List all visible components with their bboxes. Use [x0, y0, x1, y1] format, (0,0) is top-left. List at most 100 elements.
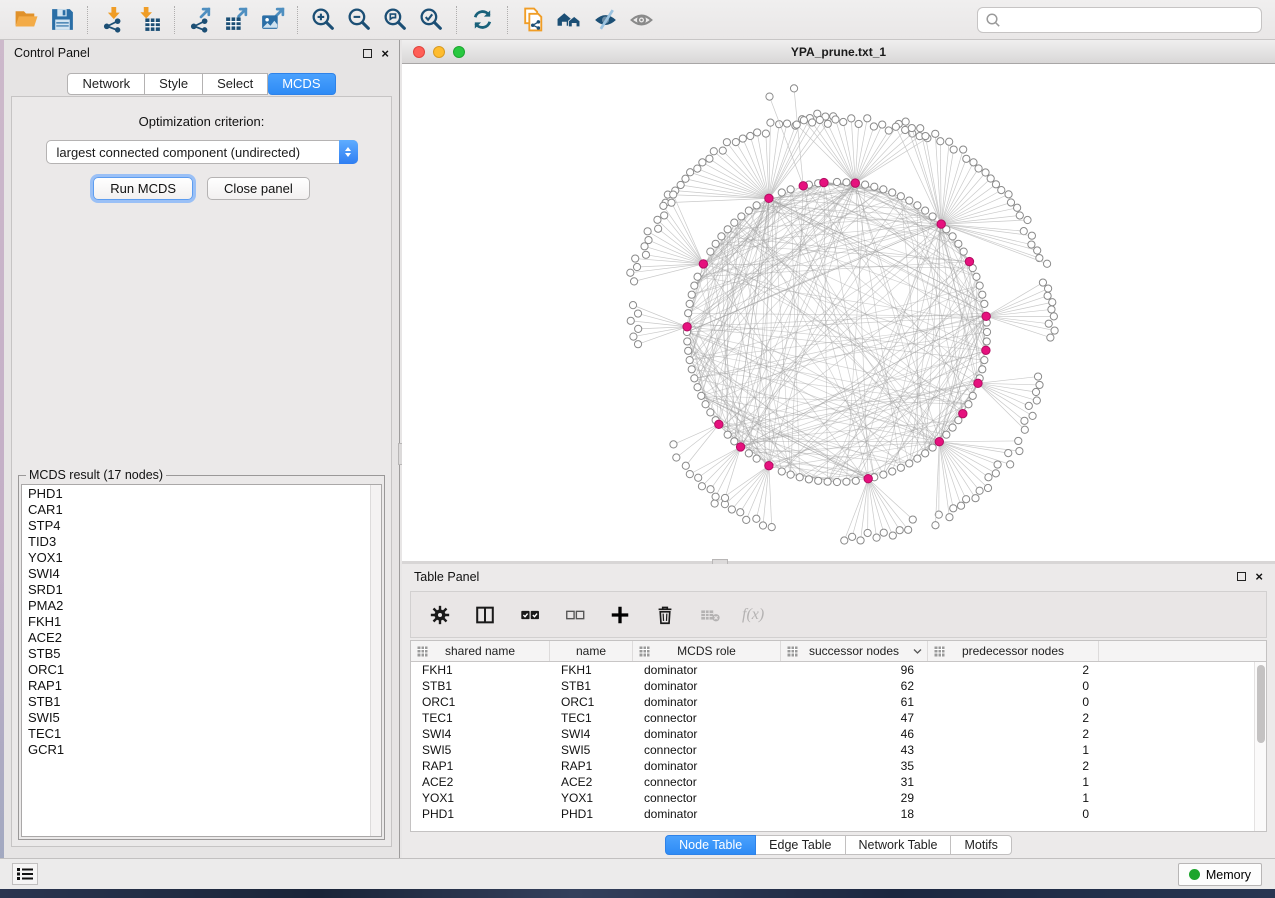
delete-column-button[interactable]: [652, 602, 678, 628]
network-canvas[interactable]: [402, 64, 1275, 560]
result-item[interactable]: TID3: [28, 534, 381, 550]
result-item[interactable]: SWI5: [28, 710, 381, 726]
tab-network-table[interactable]: Network Table: [846, 835, 952, 855]
table-row[interactable]: TEC1TEC1connector472: [411, 710, 1254, 726]
table-row[interactable]: YOX1YOX1connector291: [411, 790, 1254, 806]
toolbar-separator: [297, 6, 298, 34]
tab-motifs[interactable]: Motifs: [951, 835, 1011, 855]
table-row[interactable]: FKH1FKH1dominator962: [411, 662, 1254, 678]
close-window-icon[interactable]: [413, 46, 425, 58]
search-box[interactable]: [977, 7, 1262, 33]
zoom-out-button[interactable]: [341, 3, 377, 37]
result-item[interactable]: SRD1: [28, 582, 381, 598]
zoom-fit-button[interactable]: [377, 3, 413, 37]
result-item[interactable]: STB1: [28, 694, 381, 710]
table-cell: 47: [781, 710, 928, 726]
result-item[interactable]: PHD1: [28, 486, 381, 502]
tab-network[interactable]: Network: [67, 73, 145, 95]
result-item[interactable]: PMA2: [28, 598, 381, 614]
zoom-in-button[interactable]: [305, 3, 341, 37]
mcds-result-title: MCDS result (17 nodes): [26, 468, 166, 482]
table-scrollbar-thumb[interactable]: [1257, 665, 1265, 743]
network-window-title: YPA_prune.txt_1: [791, 45, 886, 59]
export-table-button[interactable]: [218, 3, 254, 37]
result-item[interactable]: ACE2: [28, 630, 381, 646]
table-row[interactable]: PHD1PHD1dominator180: [411, 806, 1254, 822]
memory-button[interactable]: Memory: [1178, 863, 1262, 886]
float-table-panel-icon[interactable]: [1237, 572, 1246, 581]
table-cell: SWI4: [550, 726, 633, 742]
network-view-panel: YPA_prune.txt_1: [402, 40, 1275, 561]
toolbar-separator: [87, 6, 88, 34]
result-item[interactable]: STB5: [28, 646, 381, 662]
show-columns-button[interactable]: [472, 602, 498, 628]
table-settings-button[interactable]: [427, 602, 453, 628]
add-column-button[interactable]: [607, 602, 633, 628]
table-row[interactable]: SWI5SWI5connector431: [411, 742, 1254, 758]
maximize-window-icon[interactable]: [453, 46, 465, 58]
table-cell: 31: [781, 774, 928, 790]
column-header-successor-nodes[interactable]: successor nodes: [781, 641, 928, 661]
column-header-shared-name[interactable]: shared name: [411, 641, 550, 661]
show-all-button[interactable]: [623, 3, 659, 37]
table-panel: Table Panel × f(x) shared namenameMCDS r…: [402, 564, 1275, 858]
column-header-name[interactable]: name: [550, 641, 633, 661]
tab-node-table[interactable]: Node Table: [665, 835, 756, 855]
export-network-button[interactable]: [182, 3, 218, 37]
table-row[interactable]: STB1STB1dominator620: [411, 678, 1254, 694]
result-item[interactable]: TEC1: [28, 726, 381, 742]
table-cell: 1: [928, 774, 1099, 790]
float-panel-icon[interactable]: [363, 49, 372, 58]
delete-table-button-disabled[interactable]: [697, 602, 723, 628]
select-all-button[interactable]: [517, 602, 543, 628]
column-header-predecessor-nodes[interactable]: predecessor nodes: [928, 641, 1099, 661]
tab-mcds[interactable]: MCDS: [268, 73, 335, 95]
network-window-titlebar[interactable]: YPA_prune.txt_1: [402, 40, 1275, 64]
tab-style[interactable]: Style: [145, 73, 203, 95]
export-network-icon: [187, 6, 214, 33]
table-row[interactable]: SWI4SWI4dominator462: [411, 726, 1254, 742]
first-neighbors-button[interactable]: [551, 3, 587, 37]
result-item[interactable]: CAR1: [28, 502, 381, 518]
table-cell: 46: [781, 726, 928, 742]
table-scrollbar[interactable]: [1254, 662, 1266, 831]
eye-icon: [628, 6, 655, 33]
eye-slash-icon: [592, 6, 619, 33]
column-header-MCDS-role[interactable]: MCDS role: [633, 641, 781, 661]
result-item[interactable]: RAP1: [28, 678, 381, 694]
duplicate-network-button[interactable]: [515, 3, 551, 37]
import-table-button[interactable]: [131, 3, 167, 37]
result-item[interactable]: ORC1: [28, 662, 381, 678]
status-bar: Memory: [0, 858, 1275, 889]
open-file-button[interactable]: [8, 3, 44, 37]
mcds-tab-content: Optimization criterion: largest connecte…: [11, 96, 392, 847]
save-session-button[interactable]: [44, 3, 80, 37]
result-item[interactable]: SWI4: [28, 566, 381, 582]
export-image-button[interactable]: [254, 3, 290, 37]
import-network-button[interactable]: [95, 3, 131, 37]
zoom-selected-button[interactable]: [413, 3, 449, 37]
unselect-all-button[interactable]: [562, 602, 588, 628]
criterion-dropdown[interactable]: largest connected component (undirected): [46, 140, 358, 164]
close-panel-icon[interactable]: ×: [381, 49, 389, 58]
minimize-window-icon[interactable]: [433, 46, 445, 58]
hide-selected-button[interactable]: [587, 3, 623, 37]
close-table-panel-icon[interactable]: ×: [1255, 572, 1263, 581]
tab-select[interactable]: Select: [203, 73, 268, 95]
result-scrollbar[interactable]: [370, 485, 381, 836]
task-history-button[interactable]: [12, 863, 38, 885]
run-mcds-button[interactable]: Run MCDS: [93, 177, 193, 200]
result-item[interactable]: FKH1: [28, 614, 381, 630]
result-item[interactable]: YOX1: [28, 550, 381, 566]
refresh-button[interactable]: [464, 3, 500, 37]
result-item[interactable]: GCR1: [28, 742, 381, 758]
table-cell: dominator: [633, 806, 781, 822]
table-row[interactable]: ORC1ORC1dominator610: [411, 694, 1254, 710]
result-item[interactable]: STP4: [28, 518, 381, 534]
table-row[interactable]: RAP1RAP1dominator352: [411, 758, 1254, 774]
search-input[interactable]: [1006, 13, 1254, 27]
close-panel-button[interactable]: Close panel: [207, 177, 310, 200]
table-row[interactable]: ACE2ACE2connector311: [411, 774, 1254, 790]
tab-edge-table[interactable]: Edge Table: [756, 835, 845, 855]
function-builder-icon[interactable]: f(x): [742, 606, 764, 624]
